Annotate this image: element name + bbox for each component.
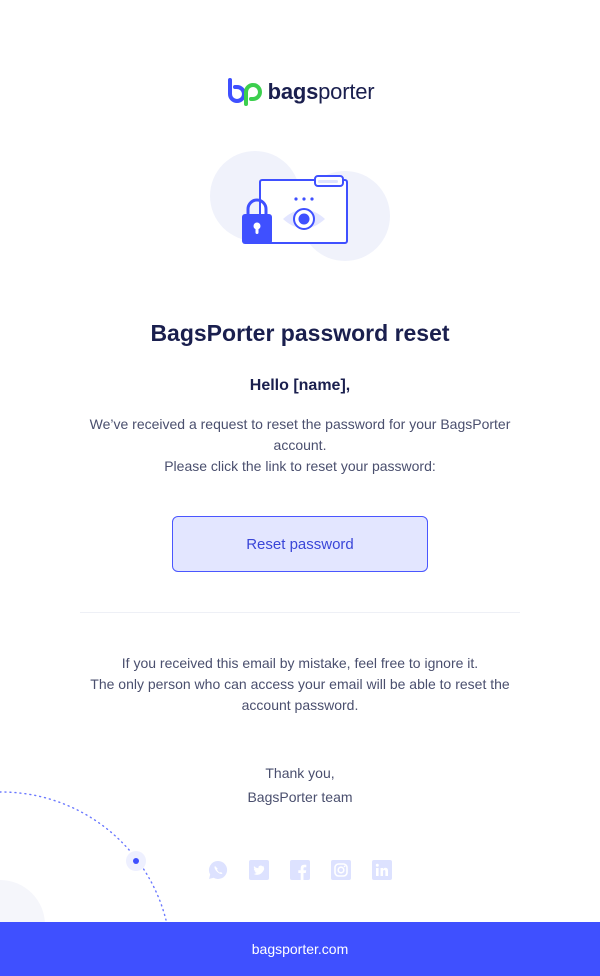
body-line-1: We’ve received a request to reset the pa… — [89, 416, 511, 453]
brand-wordmark: bagsporter — [268, 78, 375, 106]
brand-logo: bagsporter — [0, 78, 600, 106]
email-body: We’ve received a request to reset the pa… — [80, 414, 520, 477]
twitter-icon[interactable] — [249, 860, 269, 880]
body-line-2: Please click the link to reset your pass… — [164, 458, 436, 474]
whatsapp-icon[interactable] — [208, 860, 228, 880]
bp-logo-icon — [227, 78, 262, 106]
notice-line-1: If you received this email by mistake, f… — [121, 655, 479, 671]
decorative-orbit — [0, 791, 167, 925]
footer-bar: bagsporter.com — [0, 922, 600, 976]
social-links — [0, 860, 600, 880]
email-title: BagsPorter password reset — [150, 320, 450, 346]
brand-name-bold: bags — [267, 79, 319, 104]
linkedin-icon[interactable] — [372, 860, 392, 880]
disclaimer: If you received this email by mistake, f… — [80, 653, 520, 716]
security-illustration — [210, 151, 390, 261]
notice-line-2: The only person who can access your emai… — [90, 676, 510, 713]
greeting: Hello [name], — [249, 377, 351, 394]
facebook-icon[interactable] — [290, 860, 310, 880]
brand-name-light: porter — [318, 79, 375, 104]
divider — [80, 612, 520, 613]
instagram-icon[interactable] — [331, 860, 351, 880]
reset-password-button[interactable]: Reset password — [172, 516, 428, 572]
website-link[interactable]: bagsporter.com — [252, 941, 349, 957]
